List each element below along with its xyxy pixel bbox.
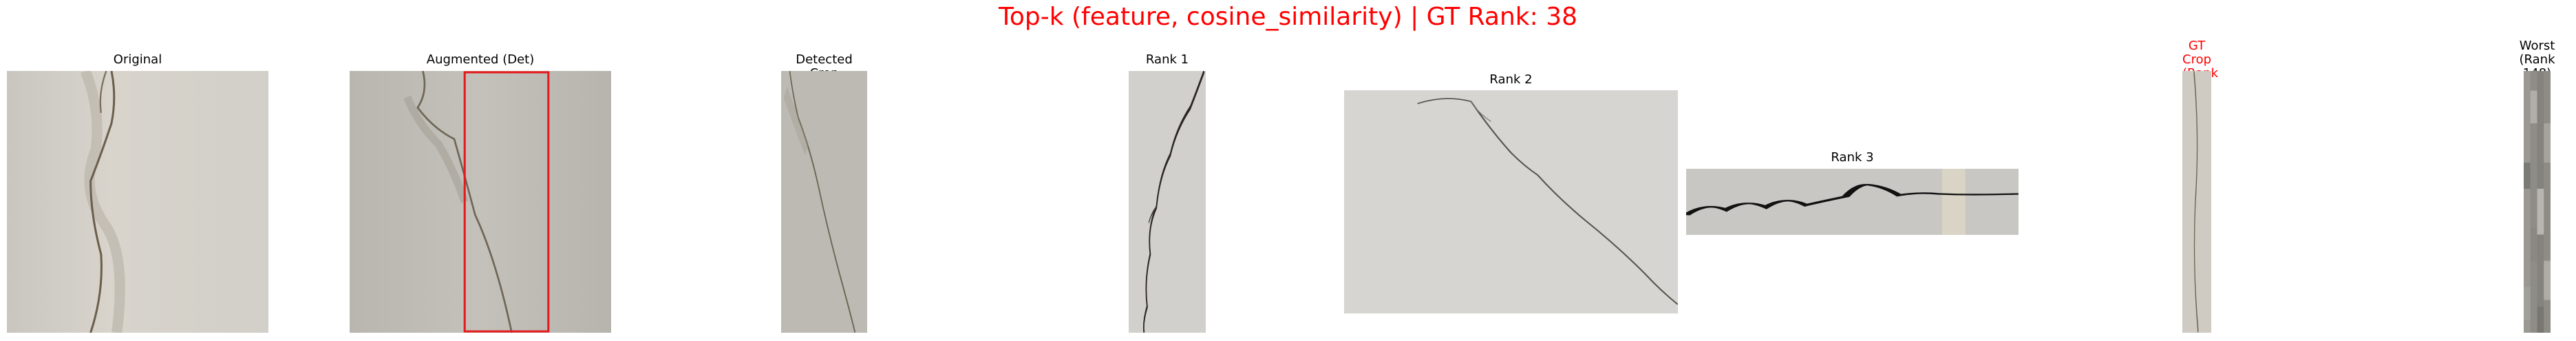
augmented-image <box>350 71 611 333</box>
rank1-caption: Rank 1 <box>1145 52 1189 67</box>
rank3-image <box>1686 169 2019 235</box>
worst-image <box>2524 71 2551 333</box>
gt-crop-image <box>2182 71 2211 333</box>
rank2-image <box>1344 90 1678 313</box>
rank3-caption: Rank 3 <box>1831 150 1874 165</box>
rank2-caption: Rank 2 <box>1489 72 1533 87</box>
rank1-image <box>1129 71 1206 333</box>
original-caption: Original <box>113 52 162 67</box>
augmented-caption: Augmented (Det) <box>426 52 535 67</box>
detected-crop-image <box>781 71 867 333</box>
original-image <box>7 71 268 333</box>
figure-title: Top-k (feature, cosine_similarity) | GT … <box>998 3 1578 31</box>
